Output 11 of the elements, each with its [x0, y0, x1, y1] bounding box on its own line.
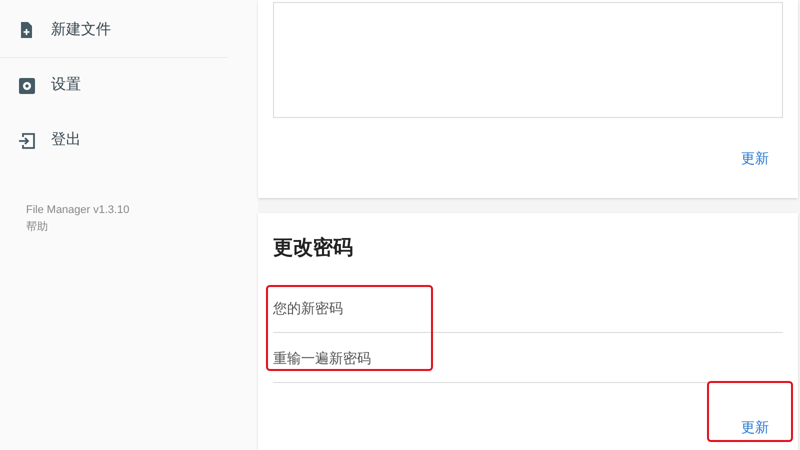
update-button[interactable]: 更新: [741, 148, 769, 169]
card-title: 更改密码: [273, 236, 354, 261]
menu-item[interactable]: 设置: [0, 58, 228, 113]
exit-icon: [18, 132, 36, 150]
text-area[interactable]: [273, 2, 783, 118]
gear-icon: [18, 76, 36, 94]
update-button[interactable]: 更新: [741, 417, 769, 438]
menu-item[interactable]: 登出: [0, 113, 228, 168]
version-text: File Manager v1.3.10: [25, 203, 130, 218]
password-field[interactable]: 您的新密码: [273, 283, 783, 333]
password-field[interactable]: 重输一遍新密码: [273, 333, 783, 383]
